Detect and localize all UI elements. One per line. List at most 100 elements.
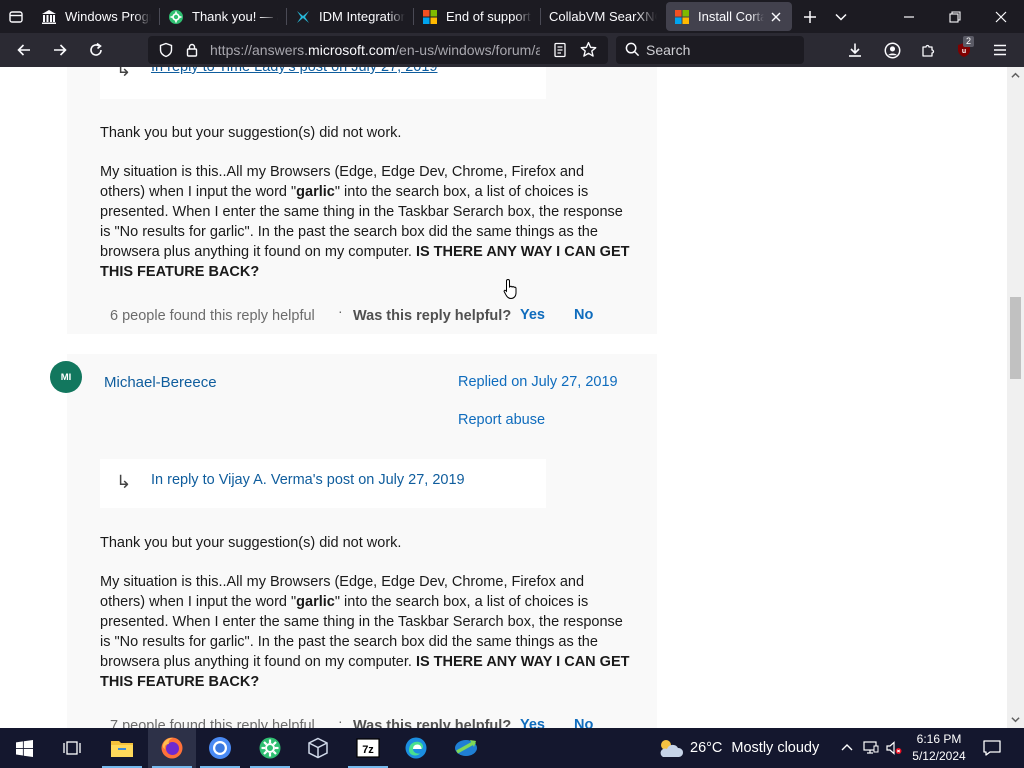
tab-collabvm-searxng[interactable]: CollabVM SearXNG [541, 0, 665, 33]
taskbar-edge[interactable] [392, 728, 440, 768]
tab-thank-you[interactable]: Thank you! — au [160, 0, 286, 33]
svg-text:7z: 7z [362, 744, 374, 756]
post-body: Thank you but your suggestion(s) did not… [100, 533, 630, 692]
taskbar-idm[interactable] [442, 728, 490, 768]
weather-widget[interactable]: 26°C Mostly cloudy [656, 728, 819, 768]
navigation-toolbar: https://answers.microsoft.com/en-us/wind… [0, 33, 1024, 67]
start-button[interactable] [0, 728, 48, 768]
helpful-no-button[interactable]: No [574, 717, 593, 728]
volume-button[interactable] [884, 728, 904, 768]
tab-title: CollabVM SearXNG [549, 9, 657, 24]
in-reply-to-link[interactable]: In reply to Time Lady's post on July 27,… [151, 67, 438, 75]
vertical-scrollbar[interactable] [1007, 67, 1024, 728]
7zip-icon: 7z [356, 738, 380, 758]
tab-end-of-support[interactable]: End of support fo [414, 0, 540, 33]
search-bar[interactable]: Search [616, 36, 804, 64]
new-tab-button[interactable] [795, 0, 825, 33]
action-center-button[interactable] [978, 728, 1006, 768]
in-reply-to-box: ↳ In reply to Vijay A. Verma's post on J… [100, 459, 546, 508]
tab-title: Windows Progra [65, 9, 151, 24]
scroll-up-icon[interactable] [1011, 71, 1020, 80]
replied-date[interactable]: Replied on July 27, 2019 [458, 374, 618, 390]
extensions-button[interactable] [913, 35, 943, 65]
firefox-icon [161, 737, 183, 759]
file-explorer-icon [111, 741, 133, 757]
arrow-right-icon [54, 44, 67, 56]
arrow-left-icon [17, 44, 30, 56]
task-view-button[interactable] [48, 728, 96, 768]
search-placeholder: Search [646, 42, 691, 58]
show-hidden-icons-button[interactable] [837, 728, 857, 768]
tab-windows-programs[interactable]: Windows Progra [33, 0, 159, 33]
reload-button[interactable] [81, 35, 111, 65]
network-icon [863, 741, 879, 754]
address-bar[interactable]: https://answers.microsoft.com/en-us/wind… [148, 36, 608, 64]
helpful-yes-button[interactable]: Yes [520, 717, 545, 728]
reply-arrow-icon: ↳ [116, 67, 132, 80]
search-icon [625, 42, 640, 60]
post-intro: Thank you but your suggestion(s) did not… [100, 535, 402, 551]
close-tab-icon[interactable] [768, 9, 784, 25]
tab-title: IDM Integration [319, 9, 405, 24]
taskbar-chromium[interactable] [196, 728, 244, 768]
bank-icon [41, 9, 57, 25]
downloads-button[interactable] [840, 35, 870, 65]
task-view-icon [63, 741, 81, 755]
bookmark-star-icon[interactable] [580, 41, 597, 61]
restore-button[interactable] [932, 0, 978, 33]
post-paragraph: My situation is this..All my Browsers (E… [100, 162, 630, 282]
3d-viewer-icon [308, 737, 328, 759]
reader-view-icon[interactable] [552, 42, 568, 61]
avatar[interactable]: MI [50, 361, 82, 393]
windows-taskbar: 7z 26°C Mostly cloudy 6:16 PM 5/12/2024 [0, 728, 1024, 768]
taskbar-file-explorer[interactable] [98, 728, 146, 768]
in-reply-to-link[interactable]: In reply to Vijay A. Verma's post on Jul… [151, 472, 465, 488]
chevron-up-icon [841, 744, 853, 751]
microsoft-logo-icon [674, 9, 690, 25]
scrollbar-thumb[interactable] [1010, 297, 1021, 379]
lock-icon[interactable] [184, 42, 200, 61]
scroll-down-icon[interactable] [1011, 715, 1020, 724]
minimize-button[interactable] [886, 0, 932, 33]
helpful-question: Was this reply helpful? [353, 718, 512, 728]
minimize-icon [904, 15, 914, 18]
tab-title: End of support fo [446, 9, 532, 24]
extension-badge: 2 [963, 36, 975, 47]
taskbar-firefox[interactable] [148, 728, 196, 768]
shield-icon[interactable] [158, 42, 174, 61]
ublock-button[interactable]: u 2 [949, 35, 979, 65]
url-suffix: /en-us/windows/forum/a [395, 42, 540, 58]
gear-green-icon [259, 737, 281, 759]
list-tabs-button[interactable] [826, 0, 856, 33]
network-button[interactable] [861, 728, 881, 768]
system-clock[interactable]: 6:16 PM 5/12/2024 [906, 731, 972, 765]
clock-time: 6:16 PM [916, 732, 962, 746]
post-body: Thank you but your suggestion(s) did not… [100, 123, 630, 282]
taskbar-3d-viewer[interactable] [294, 728, 342, 768]
hamburger-menu-icon [994, 44, 1006, 56]
volume-muted-icon [886, 741, 902, 755]
back-button[interactable] [9, 35, 39, 65]
tab-install-cortana[interactable]: Install Cortan [666, 2, 792, 31]
forward-button[interactable] [45, 35, 75, 65]
close-window-button[interactable] [978, 0, 1024, 33]
tab-title: Install Cortan [698, 9, 764, 24]
helpful-yes-button[interactable]: Yes [520, 307, 545, 323]
url-text[interactable]: https://answers.microsoft.com/en-us/wind… [210, 42, 540, 58]
tab-idm-integration[interactable]: IDM Integration [287, 0, 413, 33]
account-button[interactable] [877, 35, 907, 65]
firefox-view-button[interactable] [1, 0, 31, 33]
account-icon [884, 42, 900, 58]
report-abuse-link[interactable]: Report abuse [458, 412, 545, 428]
helpful-no-button[interactable]: No [574, 307, 593, 323]
post-bold-word: garlic [296, 184, 335, 200]
author-name[interactable]: Michael-Bereece [104, 374, 217, 391]
start-icon [15, 739, 33, 757]
helpful-count: 6 people found this reply helpful [110, 308, 315, 324]
taskbar-7zip[interactable]: 7z [344, 728, 392, 768]
separator-dot: · [338, 713, 343, 728]
chromium-icon [209, 737, 231, 759]
menu-button[interactable] [985, 35, 1015, 65]
taskbar-gear-app[interactable] [246, 728, 294, 768]
restore-icon [949, 10, 961, 23]
